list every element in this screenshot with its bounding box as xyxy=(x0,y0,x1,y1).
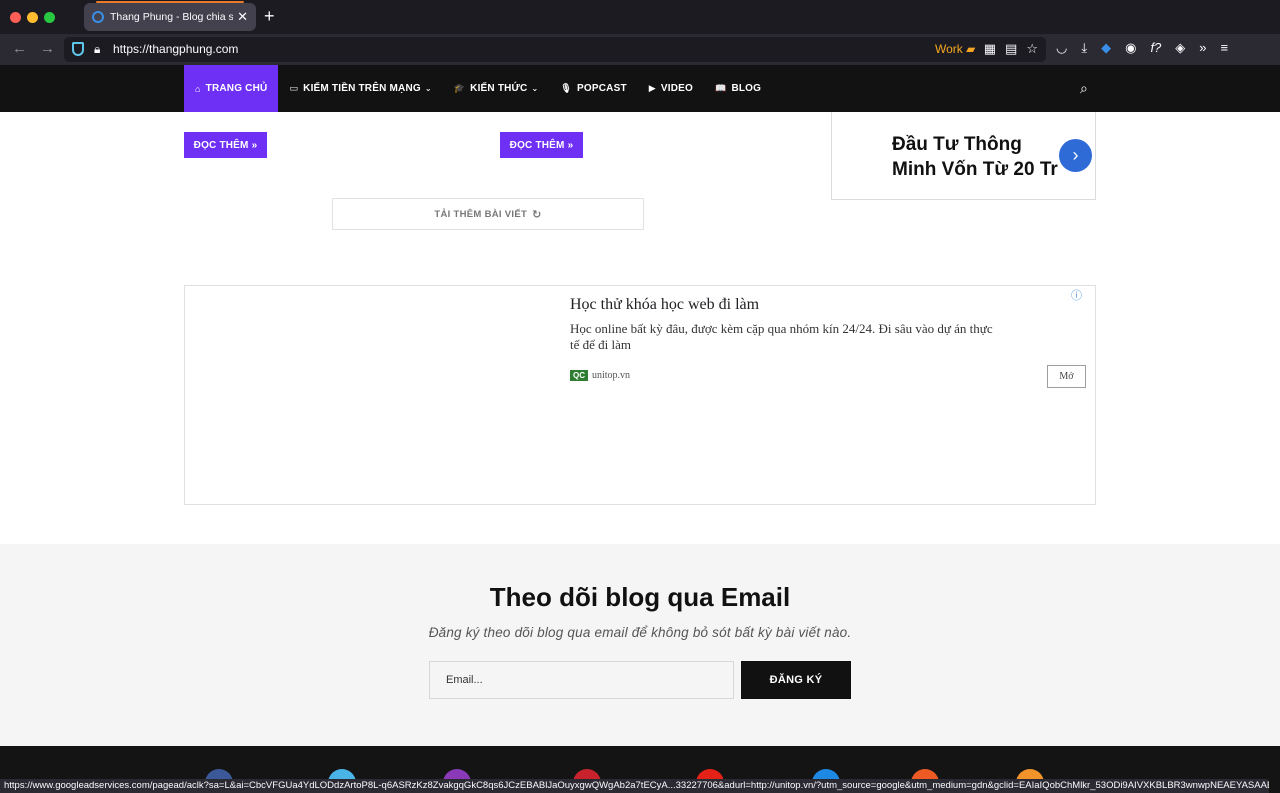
nav-item-label: VIDEO xyxy=(660,83,694,94)
read-more-button[interactable]: ĐỌC THÊM » xyxy=(184,132,267,158)
menu-hamburger-icon[interactable]: ≡ xyxy=(1221,40,1229,56)
nav-item-label: BLOG xyxy=(731,83,762,94)
reader-view-icon[interactable]: ▤ xyxy=(1005,41,1017,57)
read-more-button[interactable]: ĐỌC THÊM » xyxy=(500,132,583,158)
tab-title: Thang Phung - Blog chia sẻ kinh xyxy=(110,11,234,23)
email-field[interactable] xyxy=(429,661,734,699)
privacy-extension-icon[interactable]: ◉ xyxy=(1125,40,1136,56)
money-icon: ▭ xyxy=(289,83,299,93)
nav-item-0[interactable]: ⌂ TRANG CHỦ xyxy=(184,65,279,112)
address-bar[interactable]: 🔒︎ https://thangphung.com Work ▰ ▦ ▤ ☆ xyxy=(64,37,1046,62)
close-tab-icon[interactable]: ✕ xyxy=(237,9,248,25)
bookmark-star-icon[interactable]: ☆ xyxy=(1026,41,1038,57)
nav-item-label: POPCAST xyxy=(577,83,627,94)
load-more-button[interactable]: TẢI THÊM BÀI VIẾT ↻ xyxy=(332,198,644,230)
briefcase-icon: ▰ xyxy=(966,42,976,56)
ad-domain[interactable]: unitop.vn xyxy=(592,370,630,381)
search-icon[interactable]: ⌕ xyxy=(1080,80,1088,97)
nav-item-label: KIẾM TIỀN TRÊN MẠNG xyxy=(303,83,421,94)
back-arrow-icon[interactable]: ← xyxy=(12,40,27,57)
read-more-label: ĐỌC THÊM xyxy=(193,139,249,151)
browser-titlebar: Thang Phung - Blog chia sẻ kinh ✕ + xyxy=(0,0,1280,34)
site-navigation: ⌂ TRANG CHỦ ▭ KIẾM TIỀN TRÊN MẠNG ⌄ 🎓 KIẾN THỨ… xyxy=(0,65,1280,112)
pocket-icon[interactable]: ◡ xyxy=(1056,40,1067,56)
ad-description: Học online bất kỳ đâu, được kèm cặp qua … xyxy=(570,321,993,352)
double-chevron-right-icon: » xyxy=(251,139,258,151)
container-name: Work xyxy=(935,42,963,56)
nav-item-1[interactable]: ▭ KIẾM TIỀN TRÊN MẠNG ⌄ xyxy=(278,65,442,112)
lock-icon[interactable]: 🔒︎ xyxy=(94,42,100,57)
main-menu: ⌂ TRANG CHỦ ▭ KIẾM TIỀN TRÊN MẠNG ⌄ 🎓 KIẾN THỨ… xyxy=(184,65,772,112)
site-favicon-icon xyxy=(92,11,104,23)
sidebar-ad-text: Đầu Tư Thông Minh Vốn Từ 20 Tr xyxy=(892,134,1058,180)
ublock-icon[interactable]: ◈ xyxy=(1175,40,1185,56)
minimize-window-button[interactable] xyxy=(27,12,38,23)
display-ad[interactable]: Học thử khóa học web đi làm Học online b… xyxy=(184,285,1096,505)
download-icon[interactable]: ⤓ xyxy=(1081,40,1087,56)
browser-navbar: ← → 🔒︎ https://thangphung.com Work ▰ ▦ ▤… xyxy=(0,34,1280,65)
nav-item-2[interactable]: 🎓 KIẾN THỨC ⌄ xyxy=(443,65,550,112)
sidebar-ad[interactable]: Đầu Tư Thông Minh Vốn Từ 20 Tr › xyxy=(831,112,1096,200)
graduation-cap-icon: 🎓 xyxy=(453,83,466,93)
overflow-chevron-icon[interactable]: » xyxy=(1199,40,1206,56)
url-text[interactable]: https://thangphung.com xyxy=(113,42,238,56)
extension-grid-icon[interactable]: ▦ xyxy=(984,41,996,57)
ad-badge: QC xyxy=(570,370,588,381)
bitwarden-icon[interactable]: ◆ xyxy=(1101,40,1111,56)
ad-info-icon[interactable]: ⓘ xyxy=(1071,287,1082,303)
read-more-label: ĐỌC THÊM xyxy=(509,139,565,151)
tracking-protection-shield-icon[interactable] xyxy=(72,42,84,56)
container-label[interactable]: Work ▰ xyxy=(935,42,975,56)
ad-source: QC unitop.vn xyxy=(570,370,630,381)
nav-item-4[interactable]: ▶ VIDEO xyxy=(638,65,704,112)
nav-item-label: TRANG CHỦ xyxy=(205,83,268,94)
ad-open-button[interactable]: Mở xyxy=(1047,365,1086,388)
double-chevron-right-icon: » xyxy=(567,139,574,151)
nav-item-5[interactable]: 📖 BLOG xyxy=(704,65,772,112)
youtube-icon: ▶ xyxy=(648,83,656,93)
function-extension-icon[interactable]: f? xyxy=(1150,40,1161,56)
browser-tab-active[interactable]: Thang Phung - Blog chia sẻ kinh ✕ xyxy=(84,1,256,31)
zoom-window-button[interactable] xyxy=(44,12,55,23)
chevron-down-icon: ⌄ xyxy=(531,84,539,93)
subscribe-description: Đăng ký theo dõi blog qua email để không… xyxy=(428,625,852,640)
book-icon: 📖 xyxy=(715,83,727,93)
chevron-right-icon[interactable]: › xyxy=(1059,139,1092,172)
forward-arrow-icon[interactable]: → xyxy=(40,40,55,57)
microphone-icon: 🎙 xyxy=(560,83,573,93)
link-status-bar: https://www.googleadservices.com/pagead/… xyxy=(0,779,1269,793)
nav-item-3[interactable]: 🎙 POPCAST xyxy=(549,65,637,112)
refresh-icon: ↻ xyxy=(532,208,542,221)
home-icon: ⌂ xyxy=(195,83,201,94)
nav-item-label: KIẾN THỨC xyxy=(470,83,528,94)
new-tab-button[interactable]: + xyxy=(264,6,275,27)
subscribe-button[interactable]: ĐĂNG KÝ xyxy=(741,661,851,699)
chevron-down-icon: ⌄ xyxy=(424,84,432,93)
ad-title[interactable]: Học thử khóa học web đi làm xyxy=(570,296,759,314)
load-more-label: TẢI THÊM BÀI VIẾT xyxy=(434,208,528,220)
close-window-button[interactable] xyxy=(10,12,21,23)
subscribe-title: Theo dõi blog qua Email xyxy=(489,582,791,612)
email-subscribe-section: Theo dõi blog qua Email Đăng ký theo dõi… xyxy=(0,544,1280,746)
